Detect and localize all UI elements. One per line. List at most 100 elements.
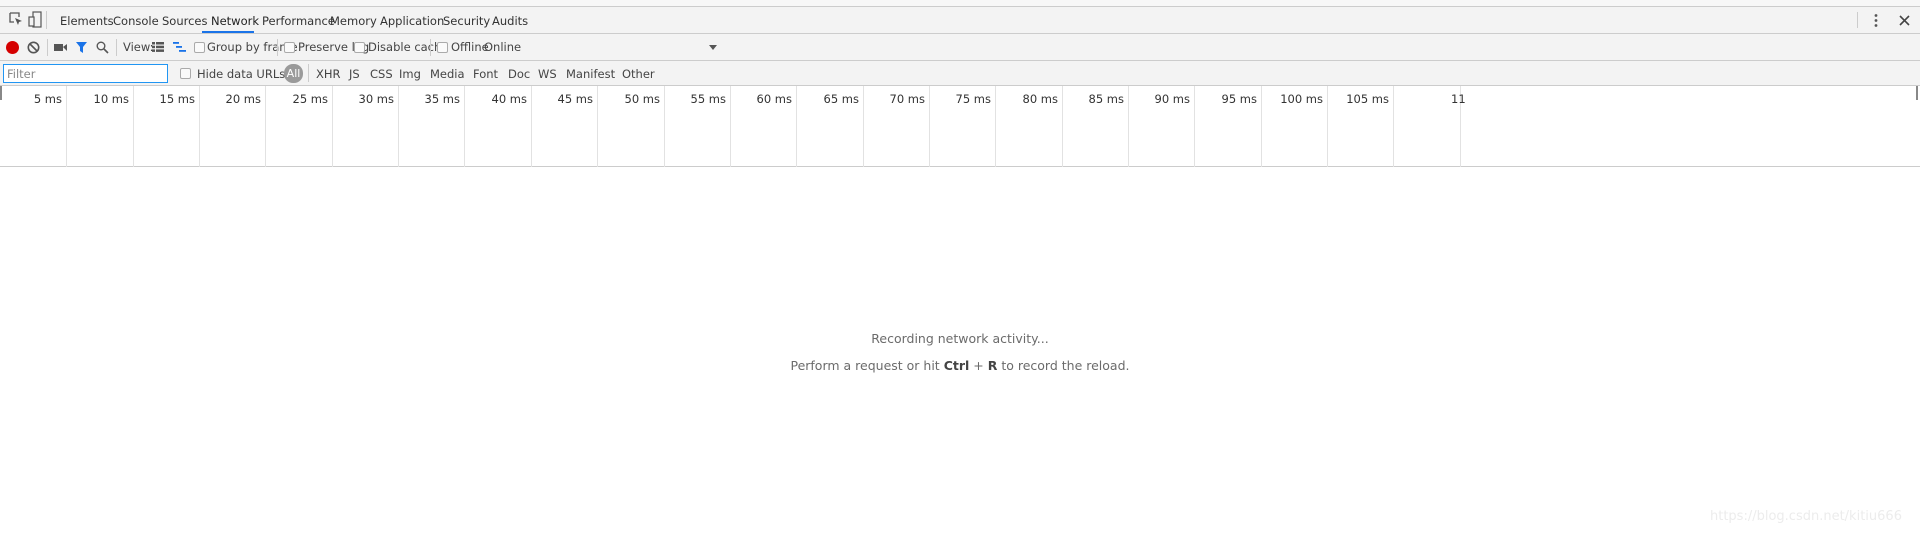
record-button[interactable]: [5, 40, 20, 55]
type-filter-css[interactable]: CSS: [370, 67, 393, 81]
divider: [116, 39, 117, 56]
timeline-tick-label: 70 ms: [889, 92, 925, 106]
plus: +: [969, 358, 988, 373]
divider: [47, 39, 48, 56]
tab-performance[interactable]: Performance: [262, 14, 335, 28]
close-icon[interactable]: [1899, 15, 1910, 26]
record-icon: [6, 41, 19, 54]
type-filter-doc[interactable]: Doc: [508, 67, 530, 81]
divider: [308, 64, 309, 82]
timeline-gridline: [398, 86, 399, 167]
active-tab-indicator: [202, 31, 254, 33]
overview-waterfall-icon[interactable]: [173, 42, 186, 52]
timeline-gridline: [995, 86, 996, 167]
shortcut-key-ctrl: Ctrl: [943, 358, 970, 373]
type-filter-media[interactable]: Media: [430, 67, 465, 81]
window-top-strip: [0, 0, 1920, 7]
timeline-gridline: [796, 86, 797, 167]
timeline-tick-label: 25 ms: [292, 92, 328, 106]
large-rows-icon[interactable]: [152, 42, 164, 52]
tab-sources[interactable]: Sources: [162, 14, 208, 28]
filter-icon[interactable]: [75, 41, 88, 54]
filter-input[interactable]: [3, 64, 168, 83]
timeline-tick-label: 90 ms: [1154, 92, 1190, 106]
watermark: https://blog.csdn.net/kitiu666: [1710, 509, 1902, 524]
group-by-frame-checkbox[interactable]: [194, 42, 205, 53]
tab-security[interactable]: Security: [443, 14, 490, 28]
timeline-tick-label: 30 ms: [358, 92, 394, 106]
timeline-gridline: [332, 86, 333, 167]
timeline-right-handle[interactable]: [1916, 86, 1918, 100]
tab-console[interactable]: Console: [113, 14, 159, 28]
timeline-gridline: [464, 86, 465, 167]
timeline-gridline: [929, 86, 930, 167]
tab-network[interactable]: Network: [211, 14, 259, 28]
timeline-gridline: [199, 86, 200, 167]
divider: [430, 39, 431, 56]
shortcut-key-r: R: [987, 358, 998, 373]
divider: [1857, 12, 1858, 28]
device-toolbar-icon[interactable]: [28, 11, 42, 28]
timeline-tick-label: 5 ms: [33, 92, 62, 106]
devtools-tab-bar: Elements Console Sources Network Perform…: [0, 7, 1920, 34]
timeline-gridline: [1128, 86, 1129, 167]
timeline-gridline: [1327, 86, 1328, 167]
divider: [277, 39, 278, 56]
tab-application[interactable]: Application: [380, 14, 444, 28]
tab-memory[interactable]: Memory: [330, 14, 377, 28]
disable-cache-checkbox[interactable]: [354, 42, 365, 53]
offline-checkbox[interactable]: [437, 42, 448, 53]
type-filter-manifest[interactable]: Manifest: [566, 67, 615, 81]
timeline-gridline: [133, 86, 134, 167]
type-filter-font[interactable]: Font: [473, 67, 498, 81]
timeline-gridline: [66, 86, 67, 167]
timeline-gridline: [664, 86, 665, 167]
timeline-tick-label: 95 ms: [1221, 92, 1257, 106]
throttling-select[interactable]: Online: [484, 40, 521, 54]
timeline-gridline: [265, 86, 266, 167]
timeline-tick-label: 20 ms: [225, 92, 261, 106]
timeline-gridline: [1194, 86, 1195, 167]
more-options-icon[interactable]: [1873, 13, 1879, 28]
timeline-tick-label: 11: [1451, 92, 1466, 106]
timeline-tick-label: 50 ms: [624, 92, 660, 106]
clear-icon[interactable]: [27, 41, 40, 54]
hide-data-urls-checkbox[interactable]: [180, 68, 191, 79]
screenshot-camera-icon[interactable]: [54, 43, 67, 52]
timeline-tick-label: 65 ms: [823, 92, 859, 106]
timeline-overview[interactable]: 5 ms 10 ms 15 ms 20 ms 25 ms 30 ms 35 ms 40 ms 4…: [0, 86, 1920, 167]
type-filter-other[interactable]: Other: [622, 67, 655, 81]
timeline-tick-label: 75 ms: [955, 92, 991, 106]
timeline-tick-label: 60 ms: [756, 92, 792, 106]
tab-elements[interactable]: Elements: [60, 14, 114, 28]
search-icon[interactable]: [96, 41, 109, 54]
timeline-tick-label: 45 ms: [557, 92, 593, 106]
timeline-tick-label: 105 ms: [1346, 92, 1389, 106]
timeline-tick-label: 15 ms: [159, 92, 195, 106]
timeline-gridline: [863, 86, 864, 167]
timeline-gridline: [1062, 86, 1063, 167]
timeline-gridline: [730, 86, 731, 167]
tab-audits[interactable]: Audits: [492, 14, 528, 28]
hint-text: Perform a request or hit: [790, 358, 944, 373]
type-filter-img[interactable]: Img: [399, 67, 421, 81]
recording-hint: Perform a request or hit Ctrl + R to rec…: [0, 358, 1920, 373]
timeline-tick-label: 40 ms: [491, 92, 527, 106]
divider: [46, 11, 47, 29]
inspect-element-icon[interactable]: [9, 12, 23, 26]
hide-data-urls-label[interactable]: Hide data URLs: [197, 67, 285, 81]
type-filter-xhr[interactable]: XHR: [316, 67, 341, 81]
type-filter-ws[interactable]: WS: [538, 67, 557, 81]
timeline-tick-label: 35 ms: [424, 92, 460, 106]
type-filter-all[interactable]: All: [284, 64, 303, 83]
timeline-gridline: [531, 86, 532, 167]
timeline-gridline: [1261, 86, 1262, 167]
timeline-tick-label: 55 ms: [690, 92, 726, 106]
timeline-tick-label: 100 ms: [1280, 92, 1323, 106]
timeline-gridline: [1393, 86, 1394, 167]
timeline-tick-label: 10 ms: [93, 92, 129, 106]
preserve-log-checkbox[interactable]: [284, 42, 295, 53]
type-filter-js[interactable]: JS: [349, 67, 360, 81]
chevron-down-icon[interactable]: [709, 45, 717, 50]
timeline-tick-label: 80 ms: [1022, 92, 1058, 106]
